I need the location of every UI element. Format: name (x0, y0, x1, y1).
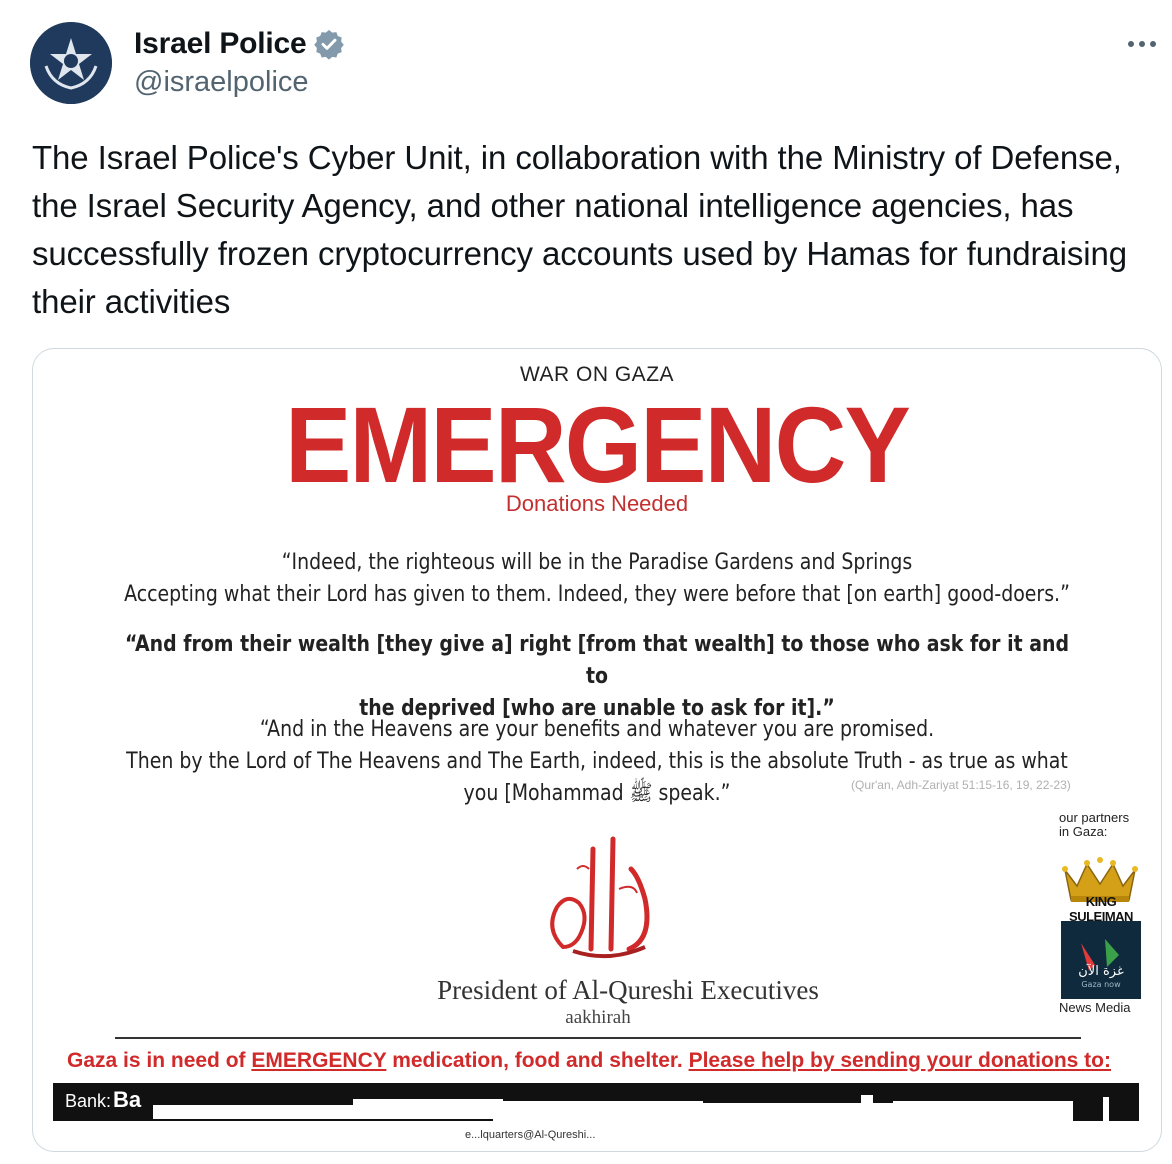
partner-king-suleiman: KING SULEIMAN (1069, 894, 1133, 924)
quote-3: “And in the Heavens are your benefits an… (126, 717, 1068, 806)
emergency-headline: EMERGENCY (285, 384, 911, 505)
donation-appeal: Gaza is in need of EMERGENCY medication,… (67, 1049, 1111, 1072)
president-line: President of Al-Qureshi Executives (437, 975, 819, 1005)
handle[interactable]: @israelpolice (134, 66, 309, 99)
quran-reference: (Qur'an, Adh-Zariyat 51:15-16, 19, 22-23… (851, 778, 1071, 792)
police-emblem-icon (30, 22, 112, 104)
quote-1: “Indeed, the righteous will be in the Pa… (124, 550, 1070, 607)
calligraphy-icon (550, 836, 650, 959)
aakhirah-label: aakhirah (565, 1007, 631, 1028)
footer-redacted-line: e...lquarters@Al-Qureshi... (465, 1129, 596, 1141)
bank-details-bar: Bank: Ba (53, 1083, 1139, 1121)
author-name-row: Israel Police (134, 24, 345, 64)
redaction-mark (893, 1101, 1073, 1121)
display-name[interactable]: Israel Police (134, 27, 307, 61)
redaction-mark (493, 1101, 703, 1121)
partners-label: our partners in Gaza: (1059, 810, 1130, 839)
redaction-mark (353, 1099, 503, 1119)
divider (115, 1037, 1081, 1039)
bank-label: Bank: (65, 1091, 112, 1111)
redaction-mark (1103, 1097, 1109, 1121)
quote-2: “And from their wealth [they give a] rig… (124, 632, 1069, 721)
avatar[interactable] (30, 22, 112, 104)
donations-subheadline: Donations Needed (505, 491, 689, 516)
more-options-icon[interactable] (1124, 32, 1160, 56)
verified-badge-icon[interactable] (313, 28, 345, 60)
tweet-media-image[interactable]: WAR ON GAZA EMERGENCY Donations Needed “… (32, 348, 1162, 1152)
redaction-mark (861, 1095, 873, 1121)
tweet-text: The Israel Police's Cyber Unit, in colla… (32, 139, 1128, 320)
bank-value: Ba (113, 1087, 142, 1112)
